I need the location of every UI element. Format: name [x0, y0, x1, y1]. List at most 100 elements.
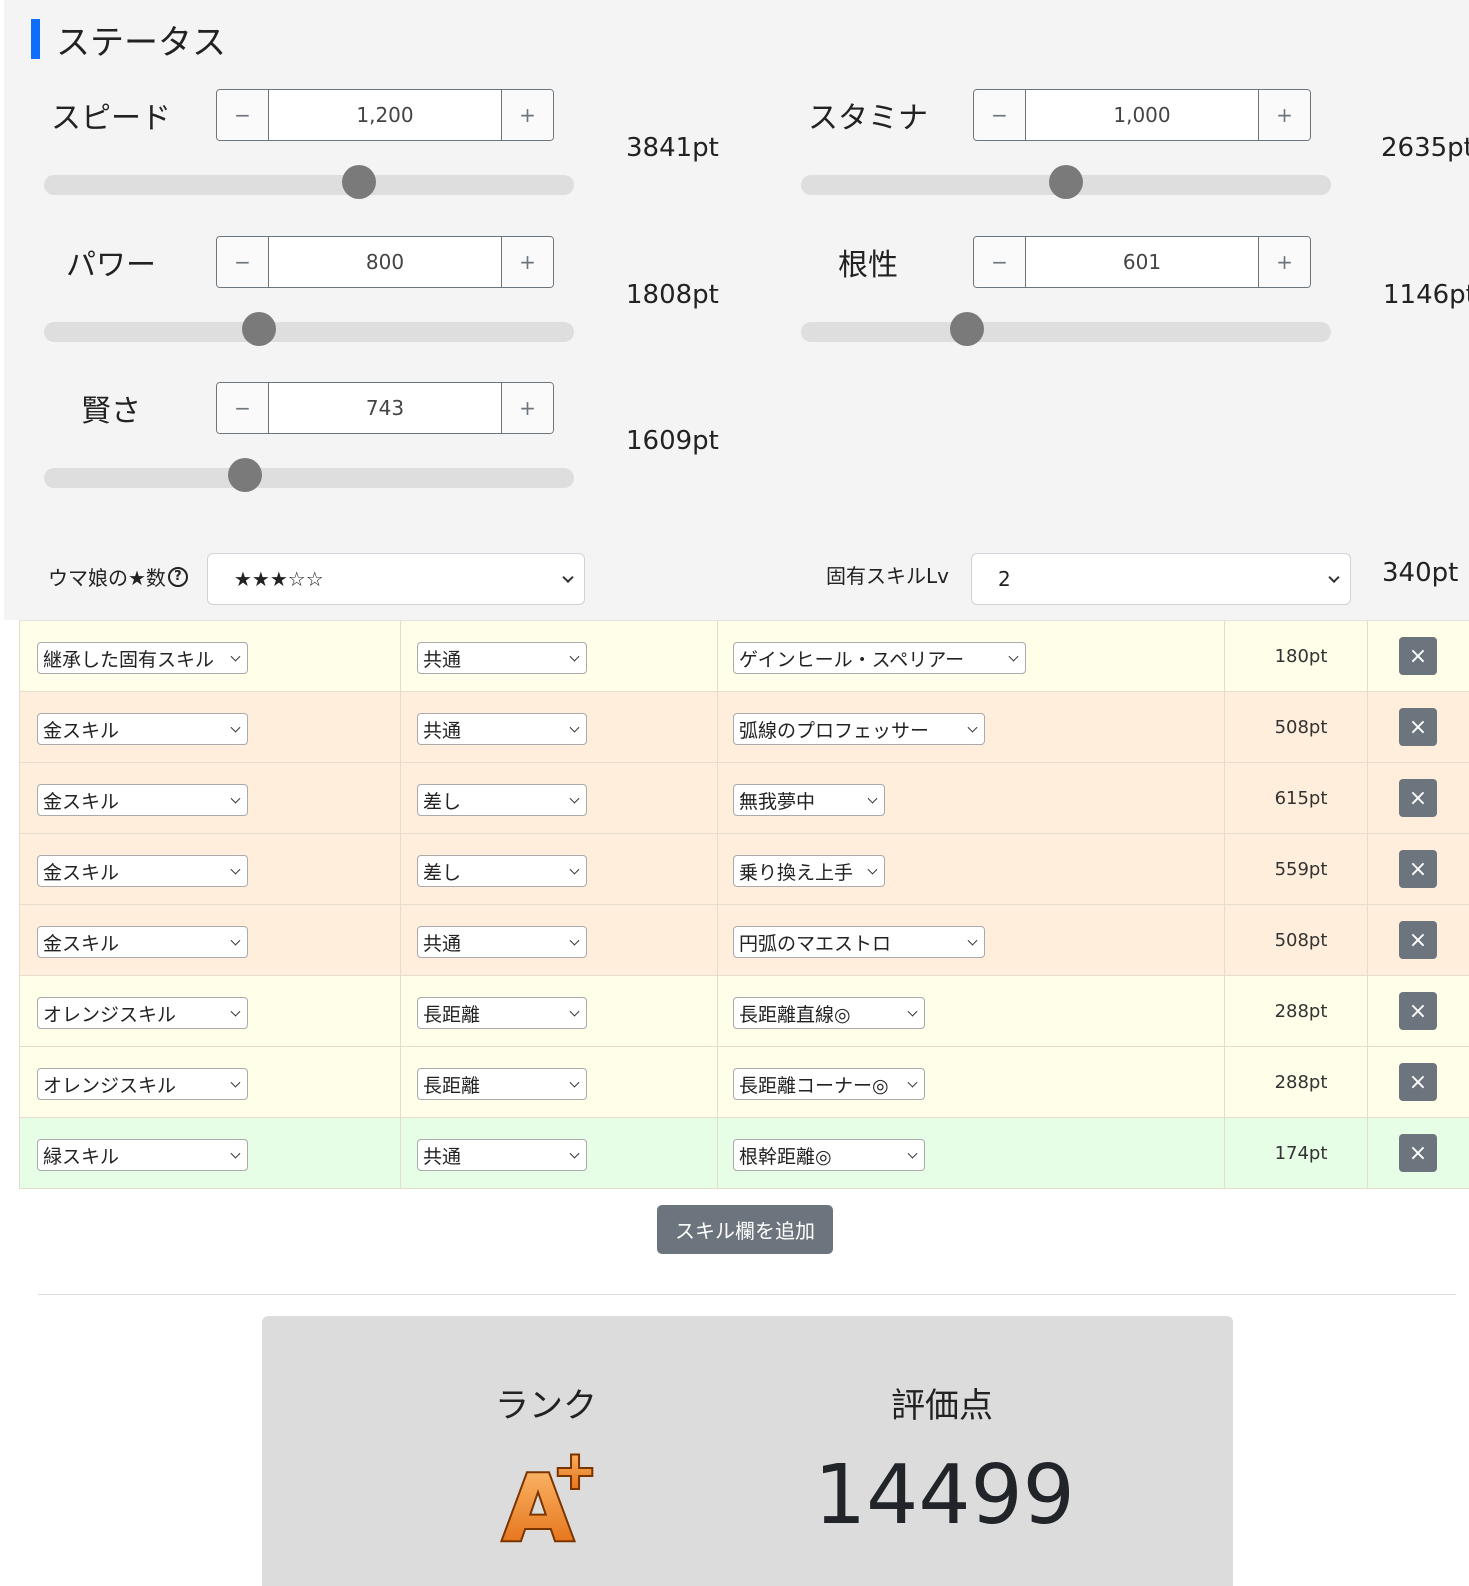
skill-row: 緑スキル 共通 根幹距離◎ 174pt × — [19, 1118, 1469, 1189]
power-decrement-button[interactable]: − — [217, 237, 269, 287]
skill-category-select[interactable]: 金スキル — [37, 855, 248, 887]
skill-type-select[interactable]: 差し — [417, 784, 587, 816]
stat-stamina: スタミナ − 1,000 + 2635pt — [783, 89, 1469, 219]
delete-skill-button[interactable]: × — [1399, 1063, 1437, 1101]
power-input[interactable]: 800 — [269, 237, 501, 287]
skill-name-select[interactable]: ゲインヒール・スペリアー — [733, 642, 1026, 674]
wisdom-decrement-button[interactable]: − — [217, 383, 269, 433]
skill-category-select[interactable]: 金スキル — [37, 713, 248, 745]
skill-type-select[interactable]: 共通 — [417, 1139, 587, 1171]
guts-slider-thumb[interactable] — [949, 312, 984, 346]
column-divider — [400, 763, 401, 833]
guts-increment-button[interactable]: + — [1258, 237, 1310, 287]
speed-increment-button[interactable]: + — [501, 90, 553, 140]
stat-label: 賢さ — [81, 394, 141, 429]
skill-name-select[interactable]: 無我夢中 — [733, 784, 885, 816]
speed-slider-track[interactable] — [44, 175, 574, 195]
unique-skill-level-value: 2 — [998, 567, 1011, 591]
skill-pt: 288pt — [1274, 1072, 1328, 1093]
column-divider — [1367, 976, 1368, 1046]
add-skill-button[interactable]: スキル欄を追加 — [657, 1205, 833, 1254]
column-divider — [400, 1047, 401, 1117]
stamina-increment-button[interactable]: + — [1258, 90, 1310, 140]
section-accent-bar — [31, 19, 40, 59]
guts-input[interactable]: 601 — [1026, 237, 1258, 287]
stat-label: 根性 — [838, 248, 898, 283]
column-divider — [717, 692, 718, 762]
chevron-down-icon — [569, 722, 580, 733]
column-divider — [1367, 621, 1368, 691]
skill-name-value: 根幹距離◎ — [739, 1145, 832, 1168]
skill-type-select[interactable]: 共通 — [417, 926, 587, 958]
stamina-slider-thumb[interactable] — [1049, 165, 1083, 199]
close-icon: × — [1408, 1069, 1428, 1095]
help-icon[interactable]: ? — [167, 566, 188, 587]
skill-pt: 180pt — [1274, 646, 1328, 667]
power-increment-button[interactable]: + — [501, 237, 553, 287]
rank-plus: + — [553, 1444, 596, 1501]
stamina-input[interactable]: 1,000 — [1026, 90, 1258, 140]
delete-skill-button[interactable]: × — [1399, 637, 1437, 675]
skill-type-select[interactable]: 長距離 — [417, 1068, 587, 1100]
skill-category-select[interactable]: 緑スキル — [37, 1139, 248, 1171]
stamina-decrement-button[interactable]: − — [974, 90, 1026, 140]
skill-name-select[interactable]: 長距離コーナー◎ — [733, 1068, 925, 1100]
column-divider — [1367, 692, 1368, 762]
skill-row: 金スキル 差し 無我夢中 615pt × — [19, 763, 1469, 834]
status-panel: ステータス スピード − 1,200 + 3841pt スタミナ − 1,000… — [4, 0, 1469, 620]
skill-pt: 615pt — [1274, 788, 1328, 809]
skill-type-select[interactable]: 差し — [417, 855, 587, 887]
guts-decrement-button[interactable]: − — [974, 237, 1026, 287]
section-header: ステータス — [31, 18, 226, 63]
score-value: 14499 — [814, 1448, 1075, 1543]
column-divider — [1224, 834, 1225, 904]
skill-name-select[interactable]: 円弧のマエストロ — [733, 926, 985, 958]
skill-row: 金スキル 共通 円弧のマエストロ 508pt × — [19, 905, 1469, 976]
delete-skill-button[interactable]: × — [1399, 1134, 1437, 1172]
delete-skill-button[interactable]: × — [1399, 708, 1437, 746]
chevron-down-icon — [907, 1006, 918, 1017]
power-slider-thumb[interactable] — [242, 312, 277, 346]
chevron-down-icon — [230, 1006, 241, 1017]
delete-skill-button[interactable]: × — [1399, 992, 1437, 1030]
delete-skill-button[interactable]: × — [1399, 779, 1437, 817]
skill-type-select[interactable]: 共通 — [417, 713, 587, 745]
speed-decrement-button[interactable]: − — [217, 90, 269, 140]
skill-name-select[interactable]: 根幹距離◎ — [733, 1139, 925, 1171]
skill-category-select[interactable]: 金スキル — [37, 926, 248, 958]
skill-category-select[interactable]: 継承した固有スキル — [37, 642, 248, 674]
column-divider — [400, 834, 401, 904]
skill-row: 金スキル 差し 乗り換え上手 559pt × — [19, 834, 1469, 905]
wisdom-increment-button[interactable]: + — [501, 383, 553, 433]
unique-skill-level-select[interactable]: 2 — [971, 553, 1351, 605]
stat-guts: 根性 − 601 + 1146pt — [783, 236, 1469, 366]
skill-name-value: 無我夢中 — [739, 790, 816, 813]
skill-name-select[interactable]: 長距離直線◎ — [733, 997, 925, 1029]
skill-category-select[interactable]: オレンジスキル — [37, 1068, 248, 1100]
stat-power: パワー − 800 + 1808pt — [26, 236, 726, 366]
star-count-select[interactable]: ★★★☆☆ — [207, 553, 585, 605]
wisdom-slider-track[interactable] — [44, 468, 574, 488]
chevron-down-icon — [569, 1077, 580, 1088]
skill-name-select[interactable]: 乗り換え上手 — [733, 855, 885, 887]
skill-type-value: 長距離 — [423, 1003, 481, 1026]
wisdom-slider-thumb[interactable] — [228, 458, 262, 492]
guts-slider-track[interactable] — [801, 322, 1331, 342]
speed-slider-thumb[interactable] — [341, 165, 376, 199]
delete-skill-button[interactable]: × — [1399, 921, 1437, 959]
wisdom-input[interactable]: 743 — [269, 383, 501, 433]
speed-input[interactable]: 1,200 — [269, 90, 501, 140]
skill-type-select[interactable]: 共通 — [417, 642, 587, 674]
chevron-down-icon — [1328, 571, 1340, 584]
skill-row: 継承した固有スキル 共通 ゲインヒール・スペリアー 180pt × — [19, 621, 1469, 692]
skill-category-select[interactable]: 金スキル — [37, 784, 248, 816]
score-label: 評価点 — [891, 1386, 993, 1426]
skill-type-value: 長距離 — [423, 1074, 481, 1097]
skill-type-select[interactable]: 長距離 — [417, 997, 587, 1029]
chevron-down-icon — [569, 1148, 580, 1159]
skill-name-select[interactable]: 弧線のプロフェッサー — [733, 713, 985, 745]
delete-skill-button[interactable]: × — [1399, 850, 1437, 888]
skill-category-select[interactable]: オレンジスキル — [37, 997, 248, 1029]
power-slider-track[interactable] — [44, 322, 574, 342]
skill-row: 金スキル 共通 弧線のプロフェッサー 508pt × — [19, 692, 1469, 763]
